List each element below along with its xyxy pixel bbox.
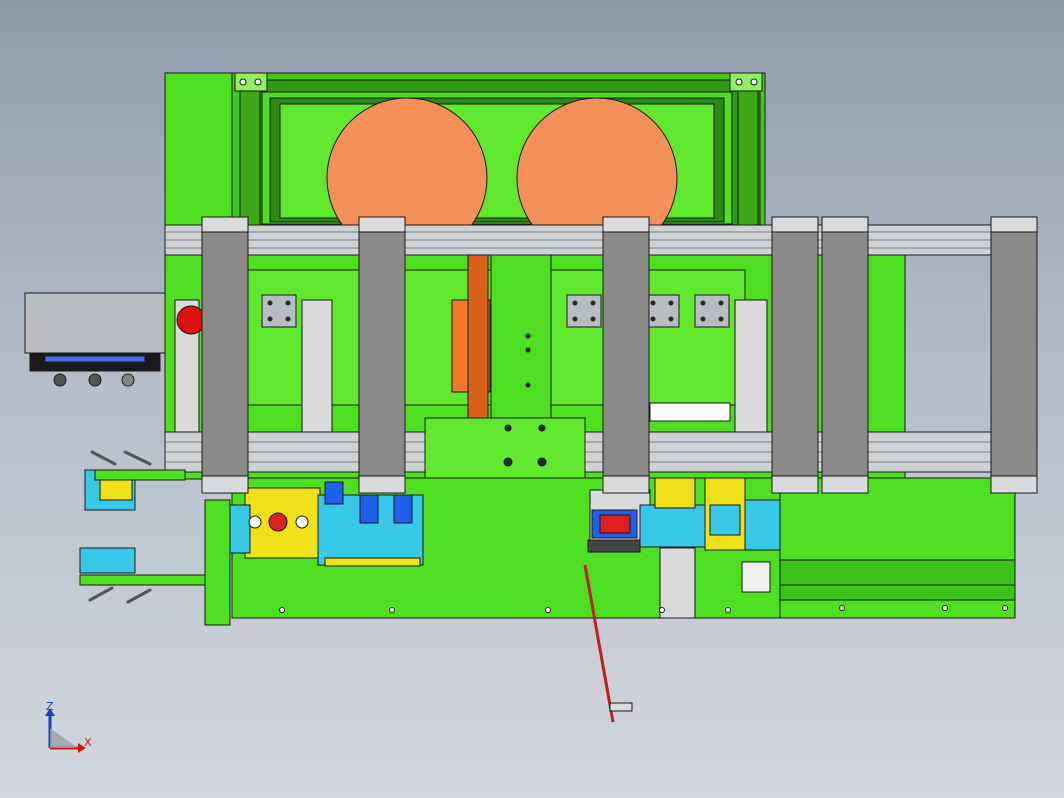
axis-triad: Z X	[45, 700, 92, 753]
machine-assembly-drawing: Z X	[24, 72, 1038, 753]
emergency-stop-button[interactable]	[176, 305, 206, 335]
axis-z-label: Z	[46, 700, 54, 713]
column-2	[358, 216, 406, 494]
column-5	[821, 216, 869, 494]
left-fixture-group	[219, 481, 424, 567]
column-1	[201, 216, 249, 494]
column-4	[771, 216, 819, 494]
cad-viewport[interactable]: Z X	[0, 0, 1064, 798]
axis-y-shading	[50, 728, 78, 748]
control-box	[24, 292, 166, 387]
axis-x-label: X	[84, 736, 92, 749]
column-3	[602, 216, 650, 494]
column-6	[990, 216, 1038, 494]
